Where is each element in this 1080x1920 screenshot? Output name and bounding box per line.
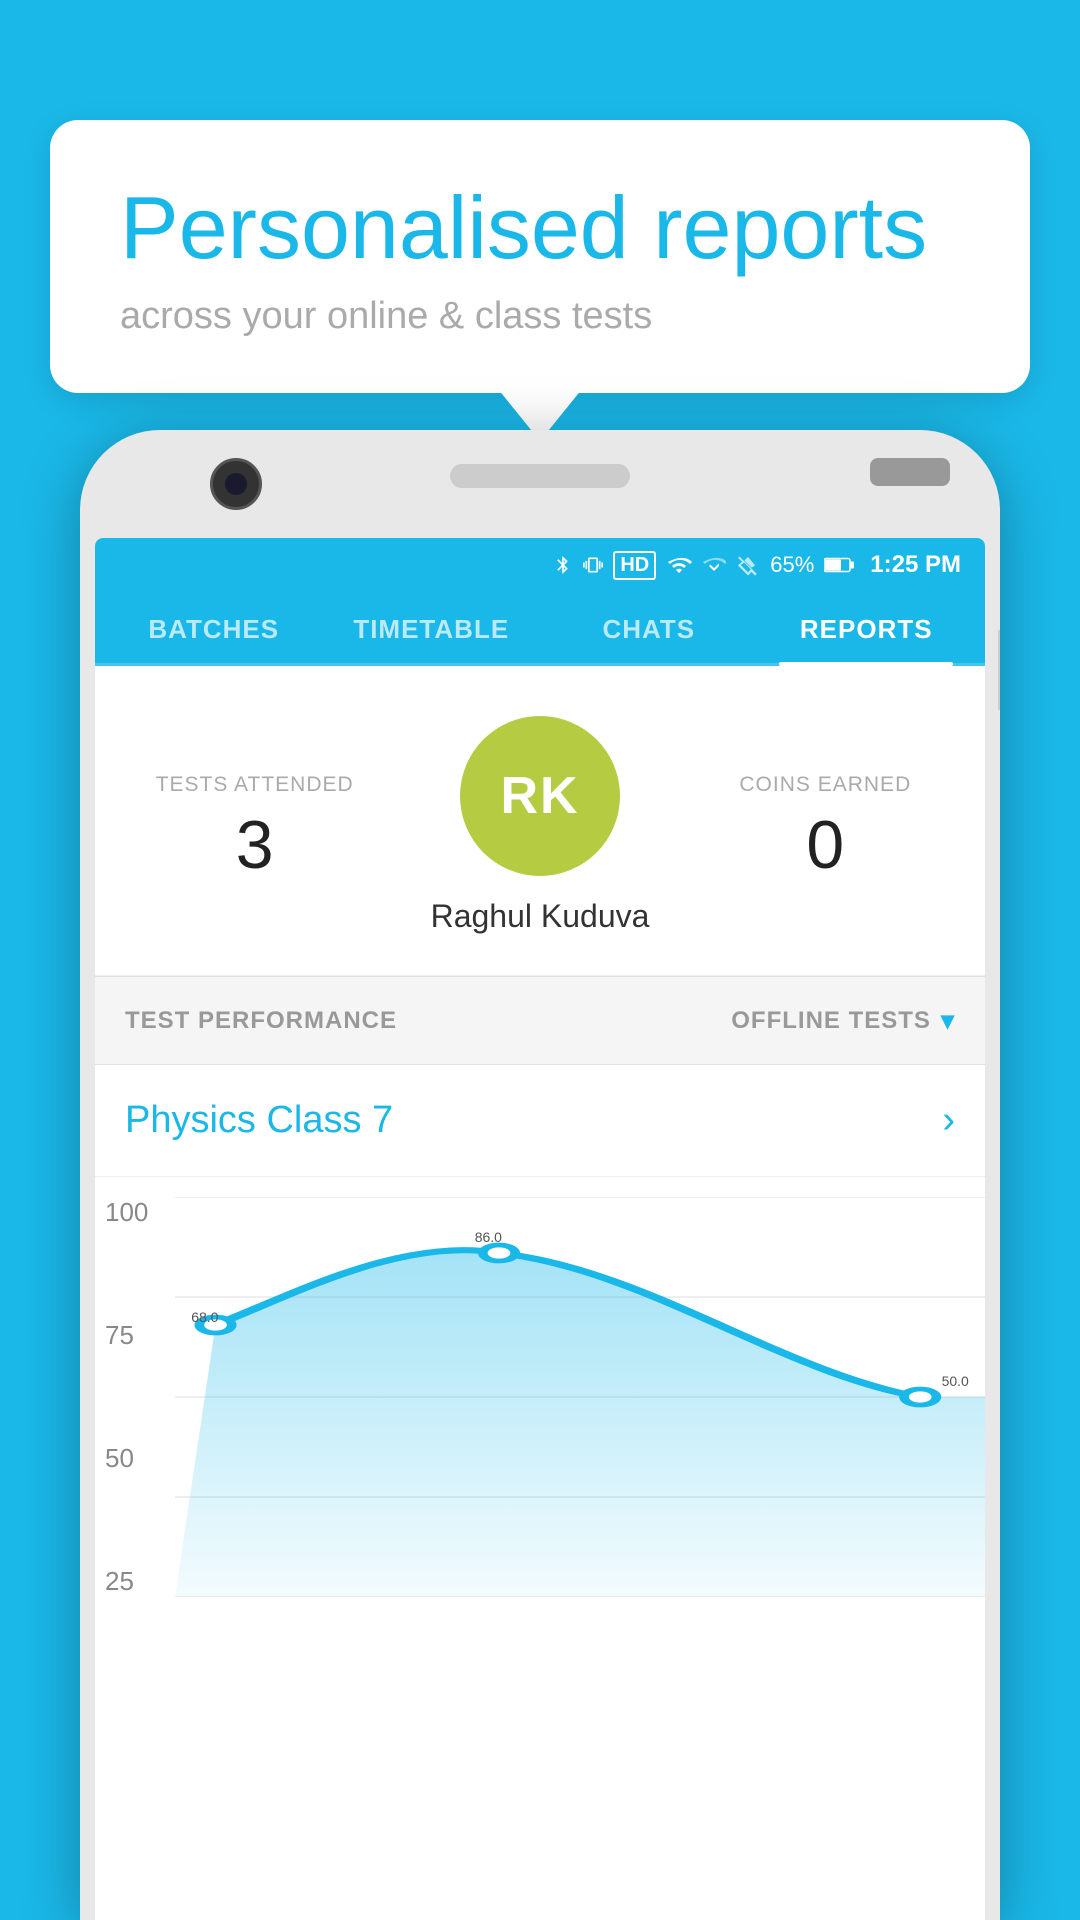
user-name: Raghul Kuduva bbox=[431, 898, 650, 935]
bubble-title: Personalised reports bbox=[120, 180, 960, 277]
y-label-75: 75 bbox=[105, 1320, 148, 1351]
chart-container: 100 75 50 25 bbox=[95, 1177, 985, 1597]
user-profile-section: TESTS ATTENDED 3 RK Raghul Kuduva COINS … bbox=[95, 666, 985, 976]
y-label-100: 100 bbox=[105, 1197, 148, 1228]
bluetooth-icon bbox=[553, 551, 573, 579]
tab-chats[interactable]: CHATS bbox=[540, 592, 758, 663]
performance-chart: 100 75 50 25 bbox=[95, 1177, 985, 1597]
phone-home-button bbox=[870, 458, 950, 486]
offline-tests-dropdown[interactable]: OFFLINE TESTS ▾ bbox=[731, 1005, 955, 1036]
nav-tabs: BATCHES TIMETABLE CHATS REPORTS bbox=[95, 592, 985, 666]
class-item-physics[interactable]: Physics Class 7 › bbox=[95, 1065, 985, 1177]
coins-earned-value: 0 bbox=[696, 811, 955, 879]
phone-camera bbox=[210, 458, 262, 510]
avatar-section: RK Raghul Kuduva bbox=[384, 716, 695, 935]
status-bar: HD 65% bbox=[95, 538, 985, 592]
y-label-25: 25 bbox=[105, 1566, 148, 1597]
phone-speaker bbox=[450, 464, 630, 488]
performance-section-bar: TEST PERFORMANCE OFFLINE TESTS ▾ bbox=[95, 976, 985, 1065]
tab-timetable[interactable]: TIMETABLE bbox=[323, 592, 541, 663]
tests-attended-block: TESTS ATTENDED 3 bbox=[125, 773, 384, 879]
wifi-icon bbox=[666, 553, 692, 577]
hd-indicator: HD bbox=[613, 551, 656, 580]
avatar: RK bbox=[460, 716, 620, 876]
chevron-down-icon: ▾ bbox=[941, 1005, 955, 1036]
chevron-right-icon: › bbox=[942, 1099, 955, 1142]
tests-attended-value: 3 bbox=[125, 811, 384, 879]
battery-percent: 65% bbox=[770, 552, 814, 578]
no-signal-icon bbox=[736, 553, 760, 577]
chart-y-labels: 100 75 50 25 bbox=[105, 1197, 148, 1597]
status-icons: HD 65% bbox=[553, 551, 961, 580]
status-time: 1:25 PM bbox=[870, 551, 961, 579]
signal-icon bbox=[702, 553, 726, 577]
y-label-50: 50 bbox=[105, 1443, 148, 1474]
phone-shell: HD 65% bbox=[80, 430, 1000, 1920]
chart-svg bbox=[175, 1197, 985, 1597]
info-bubble: Personalised reports across your online … bbox=[50, 120, 1030, 393]
vibrate-icon bbox=[583, 551, 603, 579]
battery-icon bbox=[824, 555, 854, 575]
offline-tests-label: OFFLINE TESTS bbox=[731, 1007, 931, 1035]
chart-svg-wrapper: 68.0 86.0 50.0 bbox=[175, 1197, 985, 1597]
phone-screen: HD 65% bbox=[95, 538, 985, 1920]
bubble-subtitle: across your online & class tests bbox=[120, 295, 960, 338]
class-name: Physics Class 7 bbox=[125, 1099, 393, 1142]
tab-batches[interactable]: BATCHES bbox=[105, 592, 323, 663]
tab-reports[interactable]: REPORTS bbox=[758, 592, 976, 663]
coins-earned-block: COINS EARNED 0 bbox=[696, 773, 955, 879]
volume-button bbox=[998, 630, 1000, 710]
coins-earned-label: COINS EARNED bbox=[696, 773, 955, 797]
tests-attended-label: TESTS ATTENDED bbox=[125, 773, 384, 797]
performance-label: TEST PERFORMANCE bbox=[125, 1007, 397, 1035]
